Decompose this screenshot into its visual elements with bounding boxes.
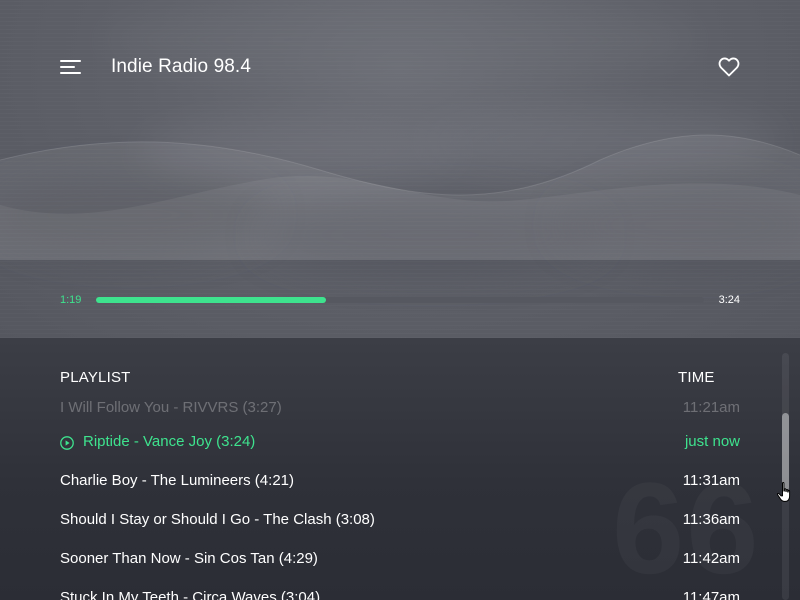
playlist-heading: PLAYLIST (60, 369, 131, 386)
playlist-rows: I Will Follow You - RIVVRS (3:27) 11:21a… (0, 394, 800, 600)
track-time: just now (684, 433, 740, 450)
menu-icon-bar (60, 60, 81, 62)
playlist-row-now-playing[interactable]: Riptide - Vance Joy (3:24) just now (60, 431, 740, 455)
track-title: Sooner Than Now - Sin Cos Tan (4:29) (60, 550, 318, 567)
scrollbar-thumb[interactable] (782, 413, 789, 491)
playlist-row[interactable]: Sooner Than Now - Sin Cos Tan (4:29) 11:… (60, 548, 740, 572)
track-time: 11:21am (682, 399, 740, 416)
track-time: 11:47am (682, 589, 740, 600)
track-time: 11:42am (682, 550, 740, 567)
play-circle-icon (60, 436, 74, 450)
playlist-scrollbar[interactable] (782, 353, 789, 600)
time-heading: TIME (678, 369, 715, 386)
station-title: Indie Radio 98.4 (111, 56, 251, 77)
playlist-row[interactable]: I Will Follow You - RIVVRS (3:27) 11:21a… (60, 397, 740, 421)
track-title: Should I Stay or Should I Go - The Clash… (60, 511, 375, 528)
elapsed-time: 1:19 (60, 294, 82, 306)
playlist-row[interactable]: Stuck In My Teeth - Circa Waves (3:04) 1… (60, 587, 740, 600)
menu-icon-bar (60, 72, 81, 74)
progress-fill (96, 297, 326, 303)
audio-waveform (0, 134, 800, 260)
playlist-row[interactable]: Should I Stay or Should I Go - The Clash… (60, 509, 740, 533)
radio-player-app: Indie Radio 98.4 1:19 3:24 66 PLAYLIST T… (0, 0, 800, 600)
track-time: 11:31am (682, 472, 740, 489)
track-title: I Will Follow You - RIVVRS (3:27) (60, 399, 282, 416)
now-playing-header: Indie Radio 98.4 1:19 3:24 (0, 0, 800, 338)
heart-icon[interactable] (718, 57, 740, 77)
playlist-row[interactable]: Charlie Boy - The Lumineers (4:21) 11:31… (60, 470, 740, 494)
menu-icon[interactable] (60, 58, 82, 76)
progress-bar[interactable] (96, 297, 704, 303)
total-time: 3:24 (718, 294, 740, 306)
track-title: Riptide - Vance Joy (3:24) (83, 433, 256, 450)
track-title: Stuck In My Teeth - Circa Waves (3:04) (60, 589, 321, 600)
menu-icon-bar (60, 66, 75, 68)
track-title: Charlie Boy - The Lumineers (4:21) (60, 472, 294, 489)
track-time: 11:36am (682, 511, 740, 528)
playlist-panel: 66 PLAYLIST TIME I Will Follow You - RIV… (0, 338, 800, 600)
hand-cursor-icon (776, 482, 791, 502)
